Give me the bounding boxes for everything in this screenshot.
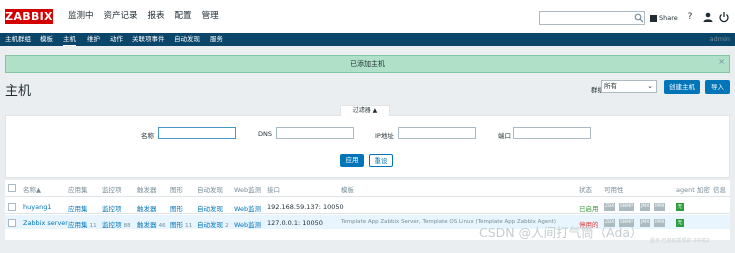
apply-button[interactable]: 应用 (340, 154, 364, 167)
menu-administration[interactable]: 管理 (197, 0, 224, 33)
availability-snmp: SNMP (619, 203, 634, 211)
menu-monitoring[interactable]: 监测中 (63, 0, 99, 33)
zabbix-logo[interactable]: ZABBIX (5, 9, 53, 24)
shown-count: 显示 已自动发现的 2中的2 (650, 238, 710, 244)
menu-reports[interactable]: 报表 (143, 0, 170, 33)
filter-name-input[interactable] (158, 127, 236, 139)
discovery-link[interactable]: 自动发现 (197, 221, 223, 229)
discovery-count: 2 (225, 223, 229, 229)
triggers-cell: 触发器 46 (137, 219, 166, 229)
subnav-templates[interactable]: 模板 (40, 33, 53, 46)
filter-dns-input[interactable] (276, 127, 354, 139)
select-all-checkbox[interactable] (8, 184, 16, 192)
import-button[interactable]: 导入 (705, 80, 730, 94)
col-triggers: 触发器 (137, 186, 157, 194)
interface-value: 192.168.59.137: 10050 (267, 203, 344, 211)
close-icon[interactable]: × (718, 57, 725, 66)
group-select[interactable]: 所有 ⌄ (601, 80, 657, 93)
availability-ipmi: IPMI (654, 203, 666, 211)
col-availability: 可用性 (604, 186, 624, 194)
logout-icon[interactable] (718, 11, 730, 23)
menu-inventory[interactable]: 资产记录 (99, 0, 143, 33)
triggers-link[interactable]: 触发器 (137, 203, 157, 213)
row-checkbox[interactable] (8, 219, 16, 227)
availability-ipmi: IPMI (654, 219, 666, 227)
items-link[interactable]: 监控项 (102, 203, 122, 213)
menu-configuration[interactable]: 配置 (170, 0, 197, 33)
main-menu: 监测中 资产记录 报表 配置 管理 (63, 0, 224, 33)
discovery-cell: 自动发现 2 (197, 219, 229, 229)
col-items: 监控项 (102, 186, 122, 194)
applications-link[interactable]: 应用集 (68, 203, 88, 213)
triggers-count: 46 (158, 223, 166, 229)
col-templates: 模板 (341, 186, 354, 194)
col-interface: 接口 (267, 186, 280, 194)
filter-ip-label: IP地址 (375, 132, 394, 140)
items-count: 88 (123, 223, 131, 229)
web-link[interactable]: Web监测 (234, 219, 261, 229)
availability-zbx: ZBX (604, 203, 616, 211)
host-name-link[interactable]: Zabbix server (23, 219, 68, 227)
applications-link[interactable]: 应用集 (68, 221, 88, 229)
status-toggle[interactable]: 已启用 (579, 203, 599, 213)
header-divider (5, 196, 730, 197)
items-link[interactable]: 监控项 (102, 221, 122, 229)
row-divider (5, 213, 730, 214)
graphs-count: 11 (185, 223, 193, 229)
current-user: admin (709, 35, 730, 43)
col-status: 状态 (579, 186, 592, 194)
col-graphs: 图形 (170, 186, 183, 194)
subnav-correlation[interactable]: 关联项事件 (132, 33, 165, 46)
graphs-cell: 图形 11 (170, 219, 192, 229)
col-info: 信息 (713, 186, 726, 194)
row-checkbox[interactable] (8, 203, 16, 211)
subnav-actions[interactable]: 动作 (110, 33, 123, 46)
items-cell: 监控项 88 (102, 219, 131, 229)
search-icon[interactable] (634, 13, 644, 23)
availability-jmx: JMX (640, 203, 651, 211)
create-host-button[interactable]: 创建主机 (664, 80, 700, 94)
top-header: ZABBIX 监测中 资产记录 报表 配置 管理 Share ? (0, 0, 735, 33)
graphs-link[interactable]: 图形 (170, 221, 183, 229)
web-link[interactable]: Web监测 (234, 203, 261, 213)
filter-port-label: 端口 (498, 132, 511, 140)
subnav-hosts[interactable]: 主机 (63, 33, 76, 46)
col-name[interactable]: 名称▲ (23, 184, 41, 194)
applications-cell: 应用集 11 (68, 219, 97, 229)
applications-count: 11 (89, 223, 97, 229)
filter-dns-label: DNS (258, 130, 272, 138)
success-message: 已添加主机 × (5, 55, 730, 73)
col-web: Web监测 (234, 186, 262, 194)
encryption-badge: 无 (676, 203, 684, 211)
host-name-link[interactable]: huyang1 (23, 203, 51, 211)
share-button[interactable]: Share (650, 13, 678, 23)
page-title: 主机 (5, 84, 32, 99)
watermark: CSDN @人间打气筒（Ada） (479, 225, 643, 240)
encryption-badge: 无 (676, 219, 684, 227)
filter-name-label: 名称 (141, 132, 154, 140)
success-message-text: 已添加主机 (350, 60, 385, 68)
subnav-services[interactable]: 服务 (210, 33, 223, 46)
user-profile-icon[interactable] (702, 11, 714, 23)
graphs-link[interactable]: 图形 (170, 203, 183, 213)
discovery-link[interactable]: 自动发现 (197, 203, 223, 213)
triggers-link[interactable]: 触发器 (137, 221, 157, 229)
subnav-maintenance[interactable]: 维护 (87, 33, 100, 46)
subnav-discovery[interactable]: 自动发现 (174, 33, 200, 46)
reset-button[interactable]: 重设 (369, 154, 393, 167)
filter-port-input[interactable] (513, 127, 591, 139)
subnav-host-groups[interactable]: 主机群组 (5, 33, 31, 46)
filter-tab[interactable]: 过滤器 ▲ (340, 105, 390, 116)
share-icon (650, 14, 657, 22)
col-applications: 应用集 (68, 186, 88, 194)
help-icon[interactable]: ? (684, 11, 696, 23)
col-discovery: 自动发现 (197, 186, 223, 194)
filter-panel (5, 115, 730, 178)
filter-ip-input[interactable] (398, 127, 476, 139)
sub-navigation: 主机群组 模板 主机 维护 动作 关联项事件 自动发现 服务 admin (0, 33, 735, 46)
interface-value: 127.0.0.1: 10050 (267, 219, 323, 227)
chevron-down-icon: ⌄ (647, 82, 653, 90)
col-encryption: agent 加密 (676, 186, 710, 194)
global-search-input[interactable] (539, 11, 645, 25)
